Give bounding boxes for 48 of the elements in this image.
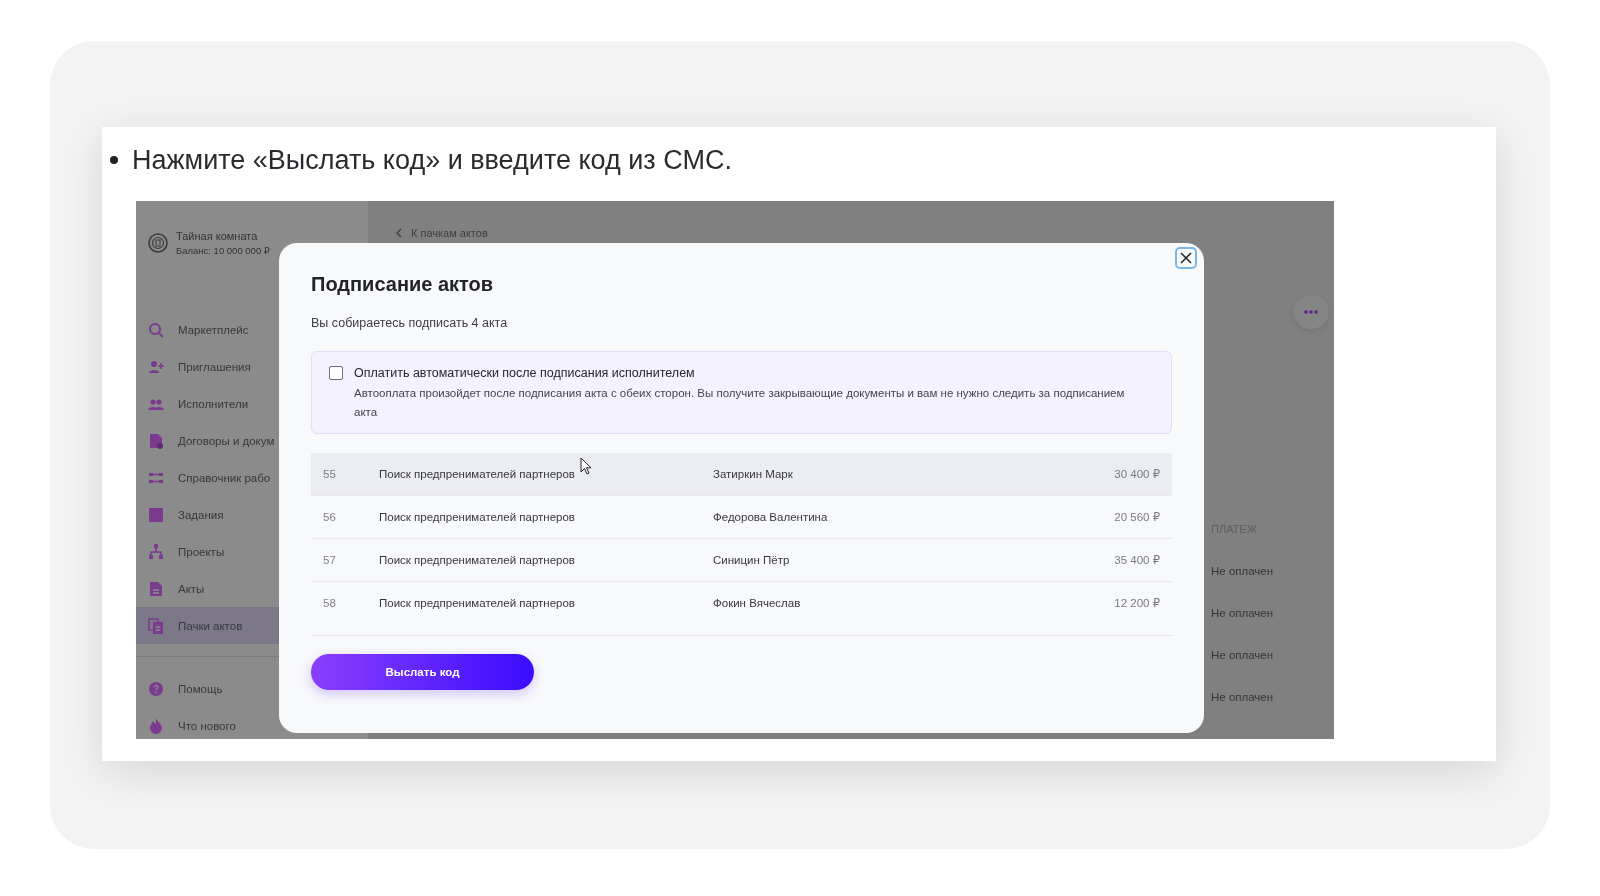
document-icon <box>148 580 164 597</box>
send-code-button[interactable]: Выслать код <box>311 654 534 690</box>
modal-subtitle: Вы собираетесь подписать 4 акта <box>311 315 509 331</box>
table-cell-text: Федорова Валентина <box>713 511 829 523</box>
table-cell-text: Фокин Вячеслав <box>713 597 802 609</box>
instruction-text: Нажмите «Выслать код» и введите код из СМС. <box>132 144 732 176</box>
square-icon <box>148 506 164 523</box>
search-icon <box>148 321 164 338</box>
account-balance: Баланс: 10 000 000 ₽ <box>176 245 270 256</box>
close-icon <box>1180 252 1192 264</box>
flame-icon <box>148 717 164 734</box>
account-name: Тайная комната <box>176 230 259 242</box>
table-cell-text: 55 <box>322 468 337 480</box>
table-cell-text: 20 560 ₽ <box>1114 510 1161 524</box>
bullet-icon <box>110 156 118 164</box>
more-icon <box>1304 310 1318 314</box>
table-cell-text: 58 <box>322 597 337 609</box>
table-cell-text: Синицин Пётр <box>713 554 791 566</box>
help-icon <box>148 680 164 697</box>
table-cell-text: Не оплачен <box>1211 690 1275 705</box>
table-cell-text: Поиск предпренимателей партнеров <box>379 597 576 609</box>
table-cell-text: Поиск предпренимателей партнеров <box>379 468 576 480</box>
table-cell-text: Не оплачен <box>1211 564 1275 579</box>
sidebar-item[interactable]: Договоры и докум <box>136 422 368 459</box>
back-link[interactable]: К пачкам актов <box>395 225 1329 241</box>
modal-title: Подписание актов <box>311 272 495 297</box>
checkbox-label: Оплатить автоматически после подписания исполнителем <box>354 365 696 382</box>
chevron-left-icon <box>395 228 403 238</box>
person-plus-icon <box>148 358 164 375</box>
table-cell-text: 35 400 ₽ <box>1114 553 1161 567</box>
table-cell-text: 30 400 ₽ <box>1114 467 1161 481</box>
hierarchy-icon <box>148 543 164 560</box>
coin-icon <box>148 233 168 253</box>
table-cell-text: Не оплачен <box>1211 648 1275 663</box>
checkbox[interactable] <box>329 366 343 380</box>
table-cell-text: Затиркин Марк <box>713 468 794 480</box>
table-cell-text: 57 <box>322 554 337 566</box>
table-cell-text: Поиск предпренимателей партнеров <box>379 554 576 566</box>
sidebar-item[interactable]: Что нового <box>136 707 368 739</box>
close-button[interactable] <box>1175 247 1197 269</box>
checkbox-description: Автооплата произойдет после подписания акта с обеих сторон. Вы получите закрывающие документы и вам не нужно следить за подписанием акта <box>354 386 1126 420</box>
table-cell-text: Не оплачен <box>1211 606 1275 621</box>
table-cell-text: 56 <box>322 511 337 523</box>
table-cell-text: Поиск предпренимателей партнеров <box>379 511 576 523</box>
mouse-pointer-icon <box>580 457 592 475</box>
table-cell-text: 12 200 ₽ <box>1114 596 1161 610</box>
document-icon <box>148 432 164 449</box>
stacked-documents-icon <box>148 617 164 634</box>
